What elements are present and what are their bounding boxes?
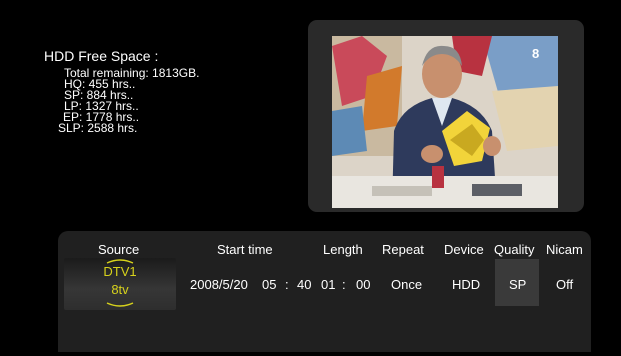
down-arrow-icon[interactable] [105,302,135,308]
length-header: Length [323,242,363,257]
start-hour-field[interactable]: 05 [262,277,276,292]
device-header: Device [444,242,484,257]
length-minute-field[interactable]: 00 [356,277,370,292]
source-channel-type: DTV1 [103,264,137,279]
hdd-free-space-list: Total remaining: 1813GB. HQ: 455 hrs.. S… [44,67,199,135]
live-video-preview: 8 [332,36,558,208]
video-frame-image: 8 [332,36,558,208]
length-separator: : [342,277,346,292]
quality-header: Quality [494,242,535,257]
start-time-header: Start time [217,242,273,257]
repeat-header: Repeat [382,242,424,257]
source-channel-name: 8tv [111,282,129,297]
quality-field[interactable]: SP [509,277,526,292]
length-hour-field[interactable]: 01 [321,277,335,292]
hdd-free-space-title: HDD Free Space : [44,48,159,64]
repeat-field[interactable]: Once [391,277,422,292]
device-field[interactable]: HDD [452,277,480,292]
hdd-free-space-panel: HDD Free Space : Total remaining: 1813GB… [44,48,199,134]
start-date-field[interactable]: 2008/5/20 [190,277,248,292]
source-header: Source [98,242,140,257]
channel-badge: 8 [532,46,539,61]
start-minute-field[interactable]: 40 [297,277,311,292]
start-time-separator: : [285,277,289,292]
nicam-field[interactable]: Off [556,277,573,292]
hdd-slp-hours: SLP: 2588 hrs. [58,121,138,135]
nicam-header: Nicam [546,242,583,257]
